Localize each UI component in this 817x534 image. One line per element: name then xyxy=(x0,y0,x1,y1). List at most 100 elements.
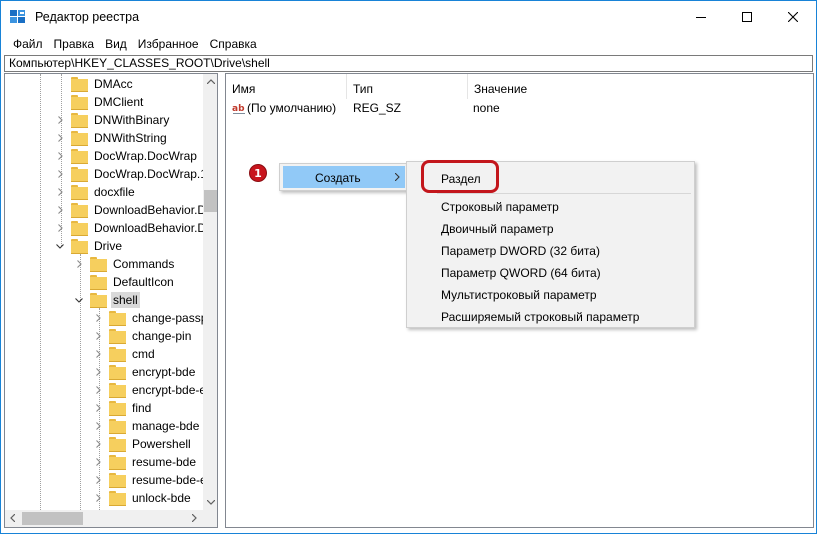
submenu-item-dword-value[interactable]: Параметр DWORD (32 бита) xyxy=(441,244,600,258)
chevron-down-icon[interactable] xyxy=(55,241,65,251)
scroll-left-icon[interactable] xyxy=(10,514,15,522)
chevron-right-icon[interactable] xyxy=(93,439,103,449)
tree-item[interactable]: DMClient xyxy=(55,93,145,111)
close-icon xyxy=(788,12,798,22)
tree-item[interactable]: DefaultIcon xyxy=(74,273,176,291)
chevron-right-icon[interactable] xyxy=(55,115,65,125)
tree-item[interactable]: Commands xyxy=(74,255,176,273)
tree-item[interactable]: Powershell xyxy=(93,435,193,453)
chevron-right-icon[interactable] xyxy=(55,223,65,233)
tree-item[interactable]: encrypt-bde-e xyxy=(93,381,203,399)
tree-item[interactable]: cmd xyxy=(93,345,157,363)
scroll-right-icon[interactable] xyxy=(192,514,197,522)
tree-item[interactable]: change-pin xyxy=(93,327,193,345)
chevron-right-icon[interactable] xyxy=(55,187,65,197)
tree-item-label: Drive xyxy=(94,239,123,253)
close-button[interactable] xyxy=(770,1,816,33)
maximize-button[interactable] xyxy=(724,1,770,33)
submenu-item-expandable-string-value[interactable]: Расширяемый строковый параметр xyxy=(441,310,639,324)
tree-item[interactable]: DownloadBehavior.Dc xyxy=(55,201,203,219)
tree-viewport: DMAcc DMClient DNWithBinary DNWithString Doc… xyxy=(5,74,203,510)
tree-item[interactable]: change-passpl xyxy=(93,309,203,327)
folder-icon xyxy=(109,311,126,326)
tree-item[interactable]: DocWrap.DocWrap xyxy=(55,147,199,165)
chevron-right-icon[interactable] xyxy=(93,493,103,503)
tree-item[interactable]: find xyxy=(93,399,153,417)
menu-favorites[interactable]: Избранное xyxy=(133,34,205,54)
minimize-icon xyxy=(696,17,706,18)
tree-item[interactable]: DNWithBinary xyxy=(55,111,171,129)
chevron-right-icon[interactable] xyxy=(93,349,103,359)
tree-item-label: DocWrap.DocWrap xyxy=(94,149,197,163)
menu-help[interactable]: Справка xyxy=(205,34,263,54)
chevron-down-icon[interactable] xyxy=(74,295,84,305)
address-bar[interactable]: Компьютер\HKEY_CLASSES_ROOT\Drive\shell xyxy=(4,55,813,72)
tree-item[interactable]: resume-bde xyxy=(93,453,198,471)
tree-item-label: resume-bde xyxy=(132,455,197,469)
tree-item[interactable]: Drive xyxy=(55,237,124,255)
menu-item-create[interactable]: Создать xyxy=(283,166,405,188)
menu-view[interactable]: Вид xyxy=(100,34,133,54)
column-header-type[interactable]: Тип xyxy=(347,74,467,99)
submenu-item-multi-string-value[interactable]: Мультистроковый параметр xyxy=(441,288,597,302)
folder-icon xyxy=(90,293,107,308)
scroll-up-icon[interactable] xyxy=(207,79,215,84)
tree-item-label: DMAcc xyxy=(94,77,133,91)
chevron-right-icon[interactable] xyxy=(93,367,103,377)
minimize-button[interactable] xyxy=(678,1,724,33)
folder-icon xyxy=(109,383,126,398)
folder-icon xyxy=(71,113,88,128)
chevron-right-icon[interactable] xyxy=(55,169,65,179)
chevron-right-icon[interactable] xyxy=(93,421,103,431)
tree-item-label: DefaultIcon xyxy=(113,275,174,289)
folder-icon xyxy=(71,77,88,92)
tree-vertical-scrollbar[interactable] xyxy=(203,74,217,510)
chevron-right-icon[interactable] xyxy=(93,403,103,413)
tree-item-label: manage-bde xyxy=(132,419,200,433)
string-value-icon: ab xyxy=(232,102,246,115)
menu-edit[interactable]: Правка xyxy=(49,34,101,54)
chevron-right-icon[interactable] xyxy=(93,475,103,485)
menu-file[interactable]: Файл xyxy=(8,34,49,54)
tree-item[interactable]: shell xyxy=(74,291,140,309)
submenu-item-string-value[interactable]: Строковый параметр xyxy=(441,200,559,214)
horizontal-scroll-thumb[interactable] xyxy=(22,512,83,525)
folder-icon xyxy=(71,149,88,164)
tree-item[interactable]: docxfile xyxy=(55,183,137,201)
tree-item-label: change-pin xyxy=(132,329,192,343)
vertical-scroll-thumb[interactable] xyxy=(204,190,217,212)
tree-item-label: change-passpl xyxy=(132,311,203,325)
submenu-item-qword-value[interactable]: Параметр QWORD (64 бита) xyxy=(441,266,601,280)
chevron-right-icon[interactable] xyxy=(74,259,84,269)
tree-item[interactable]: encrypt-bde xyxy=(93,363,197,381)
folder-icon xyxy=(71,95,88,110)
column-header-name[interactable]: Имя xyxy=(226,74,346,99)
submenu-item-binary-value[interactable]: Двоичный параметр xyxy=(441,222,554,236)
tree-item[interactable]: manage-bde xyxy=(93,417,201,435)
chevron-right-icon[interactable] xyxy=(55,205,65,215)
context-menu: Создать xyxy=(279,163,407,191)
chevron-right-icon[interactable] xyxy=(93,385,103,395)
maximize-icon xyxy=(742,12,752,22)
chevron-right-icon[interactable] xyxy=(55,133,65,143)
tree-item[interactable]: DocWrap.DocWrap.1 xyxy=(55,165,203,183)
folder-icon xyxy=(109,491,126,506)
scroll-down-icon[interactable] xyxy=(207,500,215,505)
tree-item[interactable]: resume-bde-e xyxy=(93,471,203,489)
tree-item[interactable]: DMAcc xyxy=(55,75,135,93)
tree-item-label: Commands xyxy=(113,257,175,271)
tree-horizontal-scrollbar[interactable] xyxy=(5,510,203,527)
tree-item[interactable]: DownloadBehavior.Dc xyxy=(55,219,203,237)
chevron-right-icon[interactable] xyxy=(93,457,103,467)
tree-item[interactable]: DNWithString xyxy=(55,129,169,147)
title-bar[interactable]: Редактор реестра xyxy=(1,1,816,33)
chevron-right-icon[interactable] xyxy=(93,331,103,341)
chevron-right-icon[interactable] xyxy=(55,151,65,161)
highlight-annotation xyxy=(421,160,499,193)
folder-icon xyxy=(90,275,107,290)
tree-item-label: docxfile xyxy=(94,185,135,199)
chevron-right-icon[interactable] xyxy=(93,313,103,323)
tree-item[interactable]: unlock-bde xyxy=(93,489,193,507)
column-header-value[interactable]: Значение xyxy=(468,74,668,99)
